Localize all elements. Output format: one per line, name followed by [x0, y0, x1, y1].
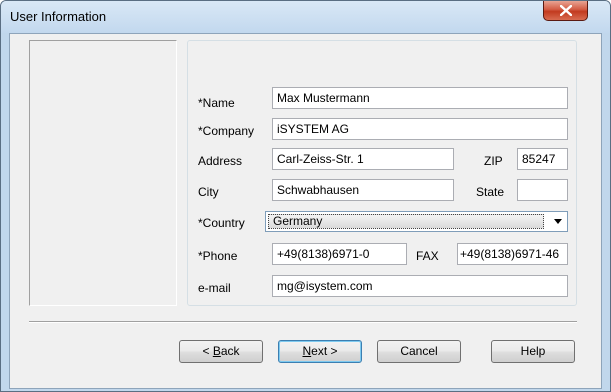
back-button[interactable]: < Back — [179, 340, 263, 363]
user-details-group — [187, 40, 577, 306]
cancel-button[interactable]: Cancel — [377, 340, 461, 363]
company-label: *Company — [198, 124, 255, 138]
close-button[interactable] — [543, 1, 588, 21]
country-dropdown-button[interactable] — [550, 214, 566, 229]
name-field[interactable]: Max Mustermann — [272, 87, 568, 109]
city-label: City — [198, 185, 219, 199]
separator — [29, 321, 577, 323]
state-field[interactable] — [517, 179, 568, 201]
back-button-mnemonic: B — [212, 344, 221, 358]
chevron-down-icon — [554, 219, 562, 224]
help-button[interactable]: Help — [491, 340, 575, 363]
next-button[interactable]: Next > — [278, 340, 362, 363]
phone-label: *Phone — [198, 249, 238, 263]
zip-field[interactable]: 85247 — [517, 148, 568, 170]
zip-label: ZIP — [484, 154, 503, 168]
company-field[interactable]: iSYSTEM AG — [272, 118, 568, 140]
country-label: *Country — [198, 216, 245, 230]
country-dropdown[interactable]: Germany — [265, 211, 568, 232]
fax-label: FAX — [416, 249, 439, 263]
state-label: State — [476, 185, 505, 199]
title-bar[interactable]: User Information — [1, 1, 610, 33]
back-button-label: ack — [220, 344, 240, 358]
back-button-prefix: < — [202, 344, 213, 358]
address-field[interactable]: Carl-Zeiss-Str. 1 — [272, 148, 454, 170]
image-placeholder — [29, 40, 177, 306]
next-button-mnemonic: N — [302, 344, 312, 358]
window-title: User Information — [10, 9, 107, 24]
email-field[interactable]: mg@isystem.com — [272, 275, 568, 297]
next-button-label: ext > — [311, 344, 338, 358]
close-icon — [560, 5, 572, 16]
email-label: e-mail — [198, 281, 231, 295]
name-label: *Name — [198, 96, 235, 110]
phone-field[interactable]: +49(8138)6971-0 — [272, 243, 407, 265]
fax-field[interactable]: +49(8138)6971-46 — [457, 243, 568, 265]
address-label: Address — [198, 154, 243, 168]
user-information-dialog: User Information *Name Max Mustermann *C… — [0, 0, 611, 392]
country-selected-value: Germany — [268, 214, 544, 229]
city-field[interactable]: Schwabhausen — [272, 179, 454, 201]
